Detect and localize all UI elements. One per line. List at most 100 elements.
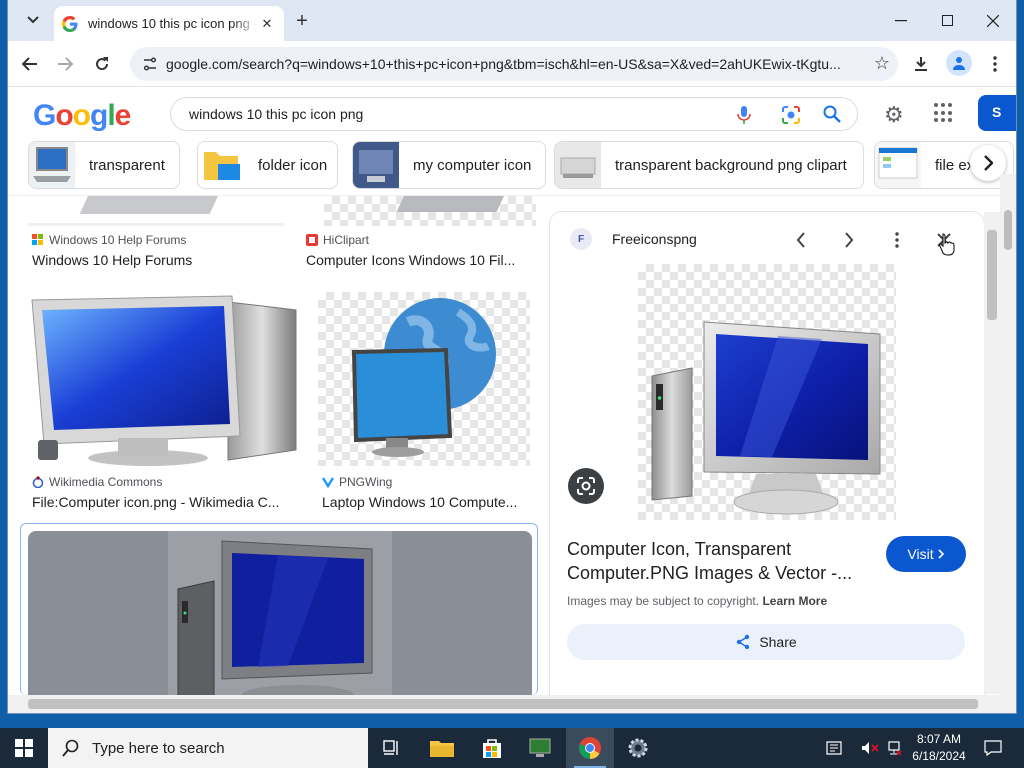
settings-app-button[interactable] xyxy=(614,728,662,768)
chip-my-computer-icon[interactable]: my computer icon xyxy=(352,141,546,189)
selected-result[interactable] xyxy=(20,523,538,695)
next-result-button[interactable] xyxy=(835,226,863,254)
scrollbar-thumb[interactable] xyxy=(1004,210,1012,250)
scrollbar-thumb[interactable] xyxy=(987,230,997,320)
network-button[interactable] xyxy=(884,728,904,768)
chip-thumbnail xyxy=(555,142,601,188)
result-title[interactable]: Computer Icons Windows 10 Fil... xyxy=(306,252,526,268)
bookmark-star-icon[interactable]: ☆ xyxy=(874,53,890,74)
google-logo[interactable]: Google xyxy=(33,99,132,133)
pngwing-favicon-icon xyxy=(322,477,334,488)
result-source[interactable]: Windows 10 Help Forums xyxy=(32,233,186,247)
chip-thumbnail xyxy=(198,142,244,188)
reload-icon xyxy=(96,57,109,71)
forward-button[interactable] xyxy=(50,49,80,79)
system-clock[interactable]: 8:07 AM 6/18/2024 xyxy=(906,731,972,765)
google-apps-icon[interactable] xyxy=(934,103,954,123)
related-searches-chips: transparent folder icon my computer icon… xyxy=(28,141,1016,189)
apps-dot xyxy=(948,103,952,107)
visit-button[interactable]: Visit xyxy=(886,536,966,572)
microphone-icon[interactable] xyxy=(737,105,751,125)
horizontal-scrollbar[interactable] xyxy=(8,695,1016,713)
site-info-icon xyxy=(144,57,156,71)
apps-dot xyxy=(941,103,945,107)
result-image[interactable] xyxy=(28,196,284,226)
task-view-button[interactable] xyxy=(368,728,416,768)
previous-result-button[interactable] xyxy=(787,226,815,254)
share-icon xyxy=(737,634,750,650)
visual-search-button[interactable] xyxy=(568,468,604,504)
url-text: google.com/search?q=windows+10+this+pc+i… xyxy=(166,56,841,72)
result-source[interactable]: PNGWing xyxy=(322,475,392,489)
settings-gear-icon[interactable]: ⚙ xyxy=(884,102,904,128)
sign-in-button[interactable]: S xyxy=(978,95,1016,131)
address-bar[interactable]: google.com/search?q=windows+10+this+pc+i… xyxy=(130,47,898,81)
apps-dot xyxy=(941,118,945,123)
apps-dot xyxy=(941,110,945,115)
preview-image[interactable] xyxy=(638,264,896,520)
logo-letter: g xyxy=(90,99,108,132)
chrome-icon xyxy=(579,737,601,759)
panel-site-name[interactable]: Freeiconspng xyxy=(612,231,697,247)
folder-icon xyxy=(430,741,454,757)
app-button[interactable] xyxy=(516,728,564,768)
chip-label: transparent xyxy=(89,156,165,174)
back-button[interactable] xyxy=(15,49,45,79)
logo-letter: G xyxy=(33,99,56,132)
notification-center-button[interactable] xyxy=(978,728,1008,768)
result-title[interactable]: Laptop Windows 10 Compute... xyxy=(322,494,532,510)
wikimedia-favicon-icon xyxy=(32,476,44,488)
volume-button[interactable] xyxy=(860,728,880,768)
news-widget-button[interactable] xyxy=(822,728,846,768)
reload-button[interactable] xyxy=(87,49,117,79)
more-vert-icon xyxy=(895,232,899,248)
maximize-button[interactable] xyxy=(924,0,970,41)
file-explorer-button[interactable] xyxy=(418,728,466,768)
new-tab-button[interactable]: + xyxy=(290,9,314,33)
browser-tab[interactable]: windows 10 this pc icon png - Google Sea… xyxy=(54,6,284,41)
close-window-button[interactable] xyxy=(970,0,1016,41)
chip-transparent-background-png-clipart[interactable]: transparent background png clipart xyxy=(554,141,864,189)
page-scrollbar[interactable] xyxy=(1000,174,1016,695)
share-button[interactable]: Share xyxy=(567,624,965,660)
chip-transparent[interactable]: transparent xyxy=(28,141,180,189)
panel-title[interactable]: Computer Icon, Transparent Computer.PNG … xyxy=(567,537,867,585)
windows-logo-icon xyxy=(15,739,33,757)
tab-close-icon[interactable]: ✕ xyxy=(258,15,276,33)
result-image[interactable] xyxy=(318,292,530,466)
result-source[interactable]: HiClipart xyxy=(306,233,369,247)
chrome-button[interactable] xyxy=(566,728,614,768)
store-button[interactable] xyxy=(468,728,516,768)
panel-more-button[interactable] xyxy=(883,226,911,254)
lens-icon[interactable] xyxy=(781,105,801,125)
download-icon xyxy=(915,57,927,71)
result-image[interactable] xyxy=(324,196,536,226)
logo-letter: e xyxy=(114,99,132,132)
browser-menu-button[interactable] xyxy=(980,49,1010,79)
search-input[interactable]: windows 10 this pc icon png xyxy=(170,97,858,131)
learn-more-link[interactable]: Learn More xyxy=(762,594,827,608)
start-button[interactable] xyxy=(0,728,48,768)
chip-thumbnail xyxy=(875,142,921,188)
scrollbar-thumb[interactable] xyxy=(28,699,978,709)
logo-letter: o xyxy=(55,99,73,132)
close-icon xyxy=(987,14,999,27)
profile-avatar[interactable] xyxy=(946,50,972,76)
result-source-name: HiClipart xyxy=(323,233,370,247)
result-source-name: Wikimedia Commons xyxy=(49,475,163,489)
chip-folder-icon[interactable]: folder icon xyxy=(197,141,338,189)
taskbar-search-box[interactable]: Type here to search xyxy=(48,728,368,768)
maximize-icon xyxy=(941,15,953,26)
result-image[interactable] xyxy=(28,290,298,468)
hiclipart-favicon-icon xyxy=(306,234,318,246)
keyboard-image xyxy=(28,196,284,226)
panel-scrollbar[interactable] xyxy=(984,212,1000,694)
minimize-button[interactable] xyxy=(878,0,924,41)
downloads-button[interactable] xyxy=(906,49,936,79)
search-icon[interactable] xyxy=(823,105,841,123)
result-title[interactable]: File:Computer icon.png - Wikimedia C... xyxy=(32,494,294,510)
result-title[interactable]: Windows 10 Help Forums xyxy=(32,252,282,268)
chip-label: transparent background png clipart xyxy=(615,156,847,174)
result-source[interactable]: Wikimedia Commons xyxy=(32,475,162,489)
tab-search-button[interactable] xyxy=(17,6,49,34)
